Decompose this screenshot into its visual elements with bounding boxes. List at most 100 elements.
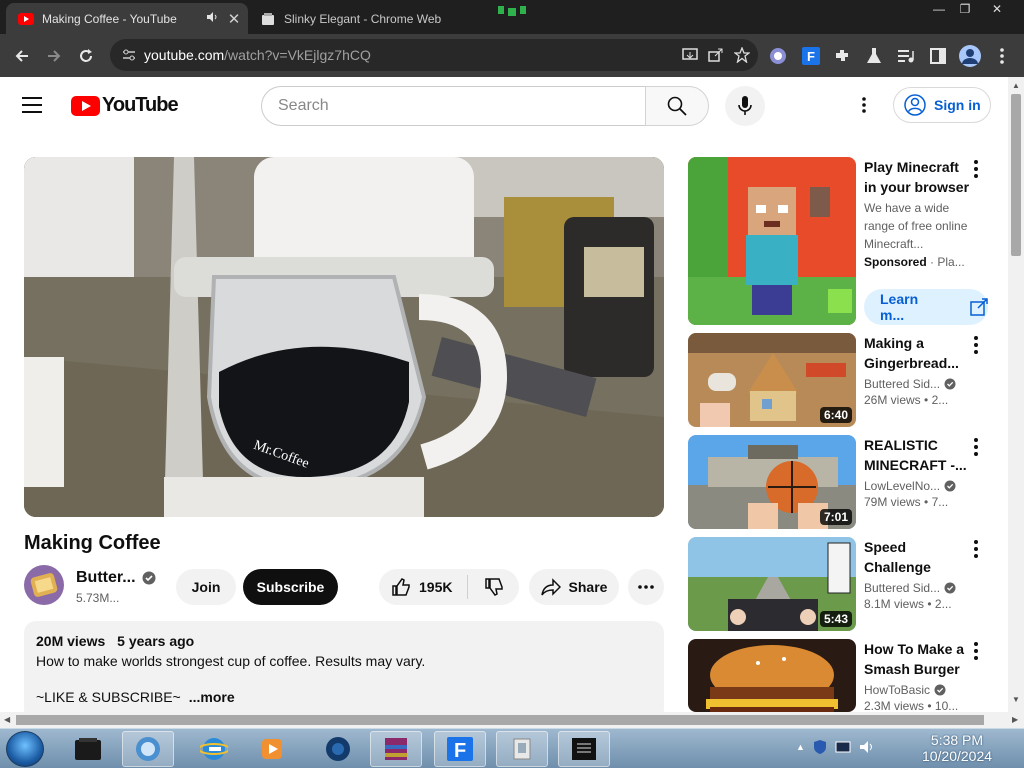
ad-meta: Play Minecraft in your browser We have a… xyxy=(864,157,972,269)
reload-icon[interactable] xyxy=(72,42,100,70)
taskbar-app-media-player-icon[interactable] xyxy=(246,731,298,767)
taskbar-app-internet-explorer-icon[interactable] xyxy=(188,731,240,767)
scroll-right-icon[interactable]: ▶ xyxy=(1012,715,1018,724)
join-button[interactable]: Join xyxy=(176,569,236,605)
volume-icon[interactable] xyxy=(859,740,875,754)
taskbar-app-f-icon[interactable]: F xyxy=(434,731,486,767)
guide-menu-icon[interactable] xyxy=(22,91,50,119)
security-shield-icon[interactable] xyxy=(813,739,827,755)
video-menu-icon[interactable] xyxy=(968,539,984,559)
video-card-title: Speed Challenge xyxy=(864,539,931,575)
extensions-puzzle-icon[interactable] xyxy=(828,42,856,70)
video-title: Making Coffee xyxy=(24,532,161,554)
speaker-icon[interactable] xyxy=(204,11,220,26)
channel-avatar[interactable] xyxy=(24,565,64,605)
share-label: Share xyxy=(568,579,608,595)
bookmark-star-icon[interactable] xyxy=(732,45,752,65)
search-bar: Search xyxy=(261,86,709,126)
side-panel-icon[interactable] xyxy=(924,42,952,70)
browser-toolbar: youtube.com/watch?v=VkEjlgz7hCQ F xyxy=(0,34,1024,77)
like-button[interactable]: 195K xyxy=(379,575,468,599)
video-thumbnail[interactable] xyxy=(688,639,856,712)
horizontal-scrollbar[interactable]: ◀ ▶ xyxy=(0,712,1024,728)
vertical-scroll-thumb[interactable] xyxy=(1011,94,1021,256)
sign-in-button[interactable]: Sign in xyxy=(893,87,991,123)
youtube-logo[interactable]: YouTube xyxy=(71,94,179,117)
extension-globe-icon[interactable] xyxy=(764,42,792,70)
install-app-icon[interactable] xyxy=(680,45,700,65)
video-thumbnail[interactable]: 7:01 xyxy=(688,435,856,529)
close-window-icon[interactable]: ✕ xyxy=(982,0,1012,18)
tab-group-indicator-icon xyxy=(498,6,526,16)
subscribe-button[interactable]: Subscribe xyxy=(243,569,338,605)
video-card-channel: Buttered Sid... xyxy=(864,377,972,391)
extension-f-icon[interactable]: F xyxy=(797,42,825,70)
video-menu-icon[interactable] xyxy=(968,641,984,661)
chrome-labs-flask-icon[interactable] xyxy=(860,42,888,70)
taskbar-app-package-icon[interactable] xyxy=(496,731,548,767)
duration-badge: 6:40 xyxy=(819,407,852,423)
taskbar-app-device-icon[interactable] xyxy=(62,731,114,767)
video-frame-coffee-maker: Mr.Coffee xyxy=(24,157,664,517)
youtube-favicon-icon xyxy=(18,11,34,27)
settings-menu-icon[interactable] xyxy=(852,93,876,117)
taskbar-clock[interactable]: 5:38 PM 10/20/2024 xyxy=(897,732,1017,764)
search-input[interactable]: Search xyxy=(261,86,645,126)
video-card-channel: LowLevelNo... xyxy=(864,479,972,493)
show-more-link[interactable]: ...more xyxy=(189,689,235,705)
share-page-icon[interactable] xyxy=(706,45,726,65)
taskbar-app-dark-globe-icon[interactable] xyxy=(312,731,364,767)
scroll-down-icon[interactable]: ▼ xyxy=(1012,695,1020,704)
video-description[interactable]: 20M views 5 years ago How to make worlds… xyxy=(24,621,664,721)
video-thumbnail[interactable]: 5:43 xyxy=(688,537,856,631)
vertical-scrollbar[interactable]: ▲ ▼ xyxy=(1008,77,1024,712)
address-bar[interactable]: youtube.com/watch?v=VkEjlgz7hCQ xyxy=(110,39,758,71)
ad-menu-icon[interactable] xyxy=(968,159,984,179)
video-menu-icon[interactable] xyxy=(968,437,984,457)
tab-youtube[interactable]: Making Coffee - YouTube ✕ xyxy=(6,3,248,34)
start-button[interactable] xyxy=(6,731,44,767)
media-controls-icon[interactable] xyxy=(892,42,920,70)
chrome-menu-icon[interactable] xyxy=(988,42,1016,70)
video-menu-icon[interactable] xyxy=(968,335,984,355)
system-tray: ▲ xyxy=(796,739,875,755)
related-video-card[interactable]: 7:01 REALISTIC MINECRAFT -... LowLevelNo… xyxy=(688,435,992,531)
taskbar-app-winrar-icon[interactable] xyxy=(370,731,422,767)
forward-icon[interactable] xyxy=(40,42,68,70)
site-info-icon[interactable] xyxy=(114,48,144,62)
channel-name[interactable]: Butter... xyxy=(76,569,156,587)
learn-more-button[interactable]: Learn m... xyxy=(864,289,988,325)
related-video-card[interactable]: 6:40 Making a Gingerbread... Buttered Si… xyxy=(688,333,992,429)
horizontal-scroll-thumb[interactable] xyxy=(16,715,984,725)
profile-avatar-icon[interactable] xyxy=(956,42,984,70)
svg-text:F: F xyxy=(454,740,466,762)
search-button[interactable] xyxy=(645,86,709,126)
voice-search-button[interactable] xyxy=(725,86,765,126)
scroll-up-icon[interactable]: ▲ xyxy=(1012,81,1020,90)
taskbar-app-globe-icon[interactable] xyxy=(122,731,174,767)
video-card-title: REALISTIC MINECRAFT -... xyxy=(864,437,967,473)
sponsored-ad-card[interactable]: Play Minecraft in your browser We have a… xyxy=(688,157,992,327)
clock-date: 10/20/2024 xyxy=(921,748,993,764)
restore-window-icon[interactable]: ❐ xyxy=(950,0,980,18)
video-card-stats: 8.1M views • 2... xyxy=(864,597,952,611)
show-hidden-icons-icon[interactable]: ▲ xyxy=(796,742,805,752)
scroll-left-icon[interactable]: ◀ xyxy=(4,715,10,724)
tab-slinky[interactable]: Slinky Elegant - Chrome Web xyxy=(250,3,450,34)
more-actions-button[interactable] xyxy=(628,569,664,605)
video-player[interactable]: Mr.Coffee xyxy=(24,157,664,517)
ad-thumbnail[interactable] xyxy=(688,157,856,325)
logo-wordmark: YouTube xyxy=(102,94,179,116)
close-tab-icon[interactable]: ✕ xyxy=(226,10,242,28)
back-icon[interactable] xyxy=(8,42,36,70)
share-button[interactable]: Share xyxy=(529,569,619,605)
dislike-button[interactable] xyxy=(468,577,519,597)
taskbar-app-terminal-icon[interactable] xyxy=(558,731,610,767)
related-video-card[interactable]: How To Make a Smash Burger HowToBasic 2.… xyxy=(688,639,992,713)
related-video-card[interactable]: 5:43 Speed Challenge Buttered Sid... 8.1… xyxy=(688,537,992,633)
video-thumbnail[interactable]: 6:40 xyxy=(688,333,856,427)
video-meta: Speed Challenge Buttered Sid... 8.1M vie… xyxy=(864,537,972,611)
youtube-masthead: YouTube Search Sign in xyxy=(0,77,1008,133)
video-owner-row: Butter... 5.73M... Join Subscribe 195K S… xyxy=(24,565,664,609)
network-icon[interactable] xyxy=(835,740,851,754)
